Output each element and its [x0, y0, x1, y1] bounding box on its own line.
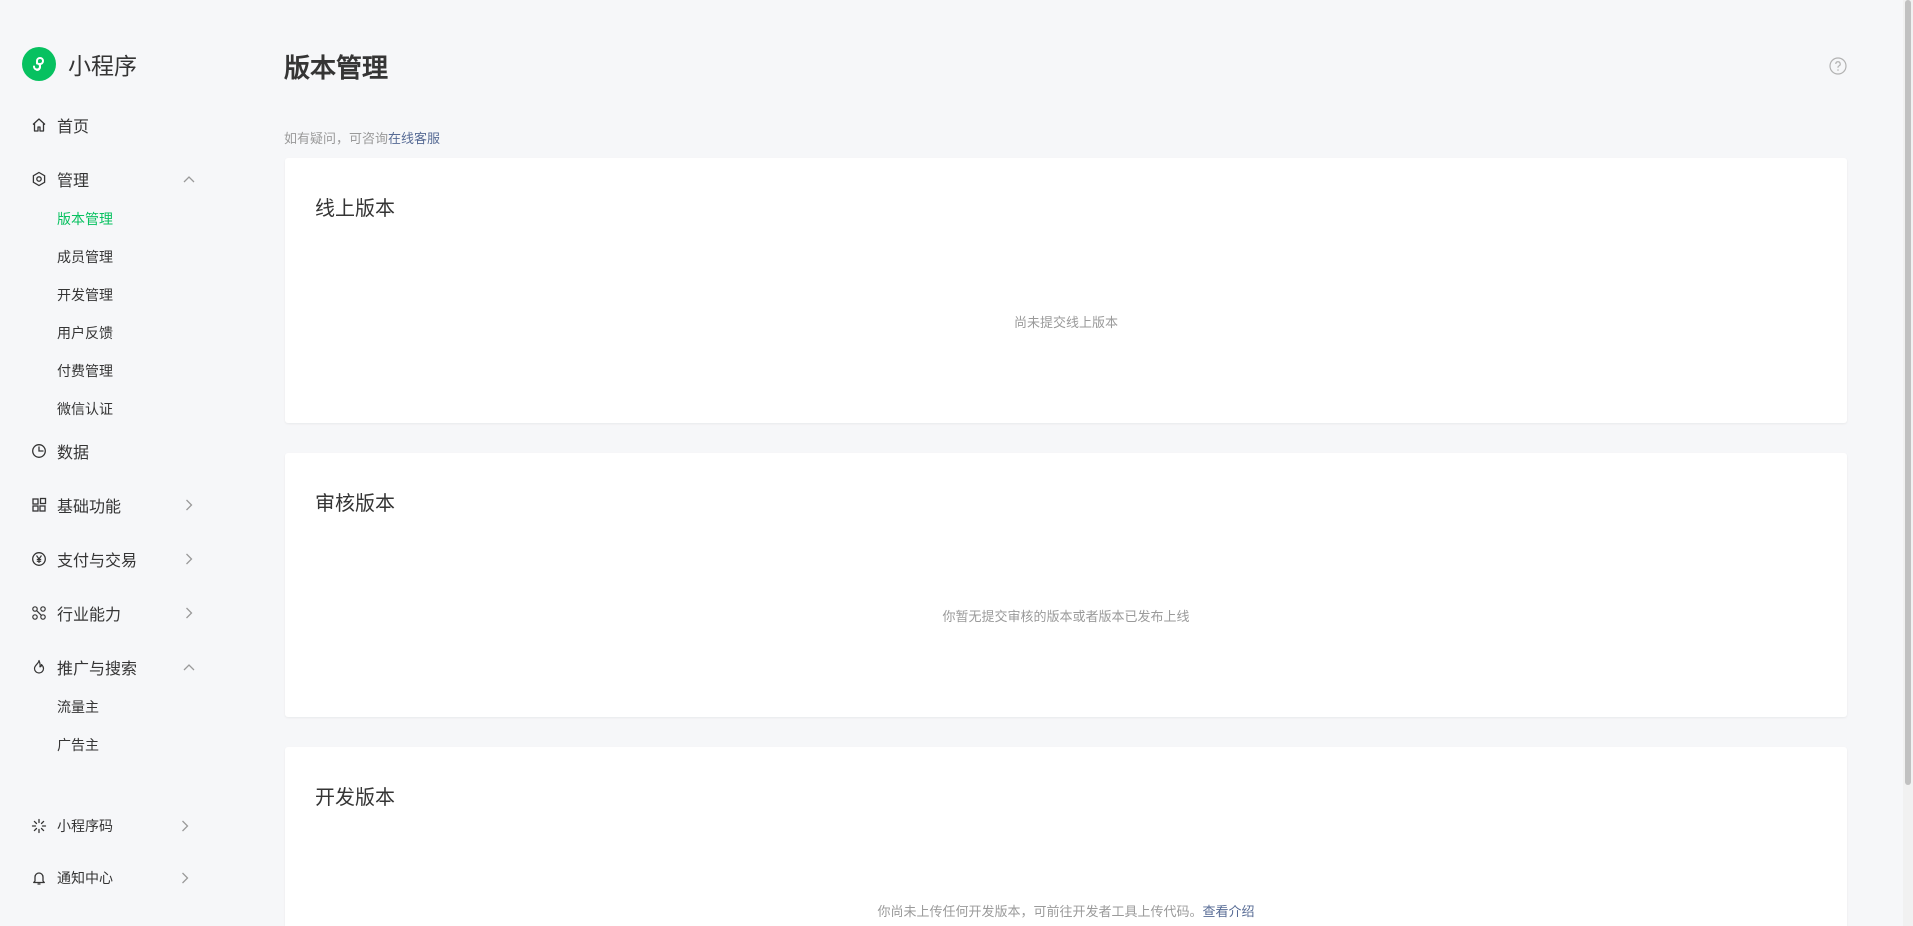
gear-icon — [30, 170, 48, 188]
sidebar-item-pay[interactable]: 支付与交易 — [30, 547, 193, 571]
sidebar-item-notice[interactable]: 通知中心 — [30, 866, 189, 890]
view-intro-link[interactable]: 查看介绍 — [1203, 905, 1255, 920]
sidebar-item-label: 支付与交易 — [57, 551, 138, 570]
sidebar-item-promo[interactable]: 推广与搜索 — [30, 655, 195, 679]
chevron-right-icon[interactable] — [182, 606, 196, 620]
help-tip: 如有疑问，可咨询在线客服 — [284, 128, 440, 147]
sidebar-item-label: 管理 — [57, 171, 90, 190]
sidebar-item-label: 首页 — [57, 117, 90, 136]
pie-chart-icon — [30, 442, 48, 460]
sidebar-item-label: 小程序码 — [57, 819, 113, 835]
chevron-right-icon[interactable] — [178, 871, 192, 885]
empty-state-text: 尚未提交线上版本 — [1013, 316, 1118, 331]
sidebar-subitem-traffic[interactable]: 流量主 — [57, 698, 99, 718]
empty-state-text: 你暂无提交审核的版本或者版本已发布上线 — [942, 610, 1190, 625]
sidebar-item-industry[interactable]: 行业能力 — [30, 601, 193, 625]
yen-icon — [30, 550, 48, 568]
sidebar-subitem-verify[interactable]: 微信认证 — [57, 400, 113, 420]
sidebar-item-home[interactable]: 首页 — [30, 113, 89, 137]
sidebar-item-label: 行业能力 — [57, 605, 122, 624]
miniprogram-logo-icon — [22, 47, 56, 81]
empty-state-text: 你尚未上传任何开发版本，可前往开发者工具上传代码。 — [877, 905, 1203, 920]
sidebar-item-label: 数据 — [57, 443, 90, 462]
sidebar-subitem-dev[interactable]: 开发管理 — [57, 286, 113, 306]
card-title: 线上版本 — [315, 196, 395, 220]
sidebar-item-manage[interactable]: 管理 — [30, 167, 195, 191]
dev-version-card: 开发版本 你尚未上传任何开发版本，可前往开发者工具上传代码。查看介绍 — [285, 747, 1847, 926]
review-version-card: 审核版本 你暂无提交审核的版本或者版本已发布上线 — [285, 453, 1847, 717]
chevron-right-icon[interactable] — [182, 552, 196, 566]
brand[interactable]: 小程序 — [22, 47, 137, 81]
sidebar-item-qrcode[interactable]: 小程序码 — [30, 814, 189, 838]
scrollbar-thumb[interactable] — [1905, 0, 1911, 785]
bell-icon — [30, 869, 48, 887]
sidebar-subitem-clipped — [57, 776, 61, 782]
sidebar-item-label: 推广与搜索 — [57, 659, 138, 678]
card-title: 审核版本 — [315, 491, 395, 515]
sidebar-subitem-payment[interactable]: 付费管理 — [57, 362, 113, 382]
chevron-up-icon[interactable] — [182, 172, 196, 186]
sun-icon — [30, 817, 48, 835]
online-version-card: 线上版本 尚未提交线上版本 — [285, 158, 1847, 423]
brand-name: 小程序 — [68, 54, 137, 80]
flame-icon — [30, 658, 48, 676]
help-icon[interactable] — [1829, 57, 1847, 75]
sidebar: 小程序 首页 管理 版本管理 成员管理 开发管理 用户反馈 付费管理 微信认证 — [0, 0, 240, 926]
sidebar-item-label: 基础功能 — [57, 497, 122, 516]
sidebar-item-label: 通知中心 — [57, 871, 113, 887]
chevron-right-icon[interactable] — [182, 498, 196, 512]
sidebar-subitem-version[interactable]: 版本管理 — [57, 210, 113, 230]
online-support-link[interactable]: 在线客服 — [388, 132, 440, 147]
sidebar-subitem-members[interactable]: 成员管理 — [57, 248, 113, 268]
help-tip-text: 如有疑问，可咨询 — [284, 132, 389, 147]
sidebar-item-basic[interactable]: 基础功能 — [30, 493, 193, 517]
sidebar-subitem-feedback[interactable]: 用户反馈 — [57, 324, 113, 344]
grid-icon — [30, 496, 48, 514]
page-title: 版本管理 — [284, 54, 389, 84]
chevron-up-icon[interactable] — [182, 660, 196, 674]
empty-state: 你尚未上传任何开发版本，可前往开发者工具上传代码。查看介绍 — [285, 901, 1847, 920]
molecule-icon — [30, 604, 48, 622]
app-root: 小程序 首页 管理 版本管理 成员管理 开发管理 用户反馈 付费管理 微信认证 — [0, 0, 1913, 926]
chevron-right-icon[interactable] — [178, 819, 192, 833]
sidebar-subitem-advertiser[interactable]: 广告主 — [57, 736, 99, 756]
card-title: 开发版本 — [315, 785, 395, 809]
sidebar-item-data[interactable]: 数据 — [30, 439, 89, 463]
home-icon — [30, 116, 48, 134]
